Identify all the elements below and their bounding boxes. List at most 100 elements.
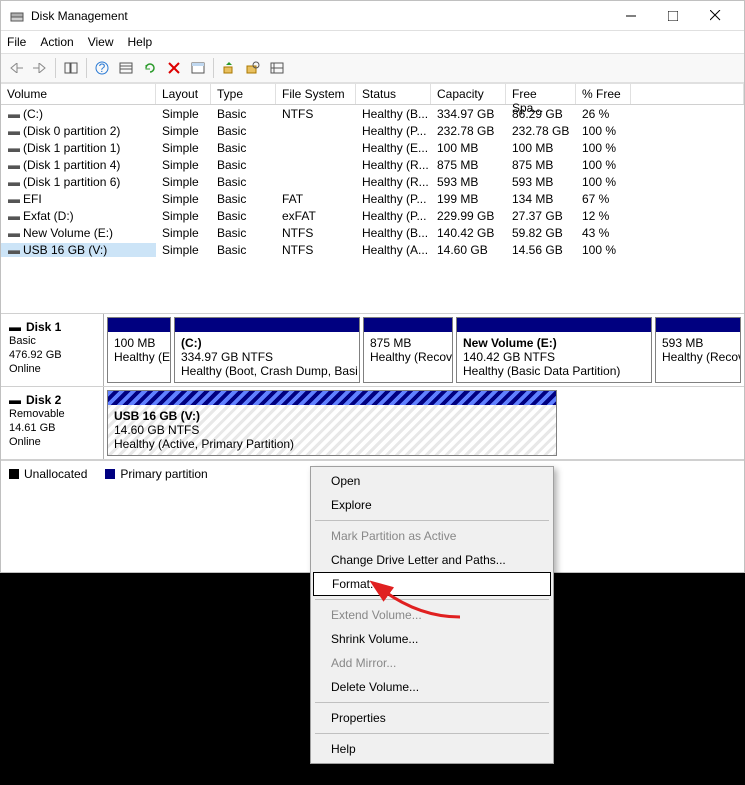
volume-table-header: Volume Layout Type File System Status Ca… — [1, 83, 744, 105]
volume-name: New Volume (E:) — [23, 226, 113, 240]
table-row[interactable]: ▬(Disk 1 partition 1)SimpleBasicHealthy … — [1, 139, 744, 156]
disk-graphical-view: ▬Disk 1Basic476.92 GBOnline100 MBHealthy… — [1, 313, 744, 460]
volume-name: (Disk 0 partition 2) — [23, 124, 120, 138]
separator — [55, 58, 56, 78]
volume-name: (C:) — [23, 107, 43, 121]
menu-item-explore[interactable]: Explore — [313, 493, 551, 517]
table-row[interactable]: ▬Exfat (D:)SimpleBasicexFATHealthy (P...… — [1, 207, 744, 224]
volume-name: (Disk 1 partition 6) — [23, 175, 120, 189]
volume-table-body: ▬(C:)SimpleBasicNTFSHealthy (B...334.97 … — [1, 105, 744, 258]
find-button[interactable] — [242, 57, 264, 79]
partition[interactable]: 593 MBHealthy (Recov — [655, 317, 741, 383]
partition-header — [364, 318, 452, 332]
menu-item-extend-volume: Extend Volume... — [313, 603, 551, 627]
partition[interactable]: USB 16 GB (V:)14.60 GB NTFSHealthy (Acti… — [107, 390, 557, 456]
table-row[interactable]: ▬(Disk 1 partition 4)SimpleBasicHealthy … — [1, 156, 744, 173]
menu-separator — [315, 733, 549, 734]
menu-item-change-drive-letter-and-paths[interactable]: Change Drive Letter and Paths... — [313, 548, 551, 572]
col-pctfree[interactable]: % Free — [576, 83, 631, 104]
action-button[interactable] — [218, 57, 240, 79]
partition[interactable]: (C:)334.97 GB NTFSHealthy (Boot, Crash D… — [174, 317, 360, 383]
menu-item-properties[interactable]: Properties — [313, 706, 551, 730]
partition[interactable]: New Volume (E:)140.42 GB NTFSHealthy (Ba… — [456, 317, 652, 383]
delete-button[interactable] — [163, 57, 185, 79]
table-row[interactable]: ▬(C:)SimpleBasicNTFSHealthy (B...334.97 … — [1, 105, 744, 122]
minimize-button[interactable] — [610, 2, 652, 30]
menu-item-add-mirror: Add Mirror... — [313, 651, 551, 675]
partition-header — [656, 318, 740, 332]
partition-title: USB 16 GB (V:) — [114, 409, 550, 423]
back-button[interactable] — [5, 57, 27, 79]
list-view-button[interactable] — [266, 57, 288, 79]
drive-icon: ▬ — [7, 107, 21, 121]
menu-view[interactable]: View — [88, 35, 114, 49]
table-row[interactable]: ▬(Disk 0 partition 2)SimpleBasicHealthy … — [1, 122, 744, 139]
volume-name: EFI — [23, 192, 42, 206]
menu-item-delete-volume[interactable]: Delete Volume... — [313, 675, 551, 699]
disk-icon: ▬ — [9, 393, 23, 407]
drive-icon: ▬ — [7, 124, 21, 138]
svg-text:?: ? — [99, 61, 106, 75]
close-button[interactable] — [694, 2, 736, 30]
partition-size: 875 MB — [370, 336, 446, 350]
col-filesystem[interactable]: File System — [276, 83, 356, 104]
forward-button[interactable] — [29, 57, 51, 79]
partition-title: New Volume (E:) — [463, 336, 645, 350]
partition-status: Healthy (Active, Primary Partition) — [114, 437, 550, 451]
drive-icon: ▬ — [7, 243, 21, 257]
menu-separator — [315, 599, 549, 600]
menu-action[interactable]: Action — [40, 35, 73, 49]
maximize-button[interactable] — [652, 2, 694, 30]
menu-help[interactable]: Help — [128, 35, 153, 49]
properties-button[interactable] — [187, 57, 209, 79]
refresh-button[interactable] — [139, 57, 161, 79]
col-type[interactable]: Type — [211, 83, 276, 104]
partition[interactable]: 100 MBHealthy (E — [107, 317, 171, 383]
menu-separator — [315, 702, 549, 703]
disk-icon: ▬ — [9, 320, 23, 334]
disk-row: ▬Disk 2Removable14.61 GBOnlineUSB 16 GB … — [1, 387, 744, 460]
show-hide-button[interactable] — [60, 57, 82, 79]
partition[interactable]: 875 MBHealthy (Recove — [363, 317, 453, 383]
partition-status: Healthy (Recov — [662, 350, 734, 364]
titlebar[interactable]: Disk Management — [1, 1, 744, 31]
menu-item-open[interactable]: Open — [313, 469, 551, 493]
toolbar: ? — [1, 53, 744, 83]
volume-name: (Disk 1 partition 4) — [23, 158, 120, 172]
menubar: File Action View Help — [1, 31, 744, 53]
col-capacity[interactable]: Capacity — [431, 83, 506, 104]
disk-info[interactable]: ▬Disk 1Basic476.92 GBOnline — [1, 314, 104, 386]
table-row[interactable]: ▬EFISimpleBasicFATHealthy (P...199 MB134… — [1, 190, 744, 207]
help-button[interactable]: ? — [91, 57, 113, 79]
col-freespace[interactable]: Free Spa... — [506, 83, 576, 104]
legend-unalloc: Unallocated — [9, 467, 87, 481]
partition-header — [108, 391, 556, 405]
partitions: 100 MBHealthy (E(C:)334.97 GB NTFSHealth… — [104, 314, 744, 386]
settings-button[interactable] — [115, 57, 137, 79]
drive-icon: ▬ — [7, 226, 21, 240]
table-row[interactable]: ▬USB 16 GB (V:)SimpleBasicNTFSHealthy (A… — [1, 241, 744, 258]
partition-size: 14.60 GB NTFS — [114, 423, 550, 437]
drive-icon: ▬ — [7, 209, 21, 223]
menu-item-format[interactable]: Format... — [313, 572, 551, 596]
menu-item-mark-partition-as-active: Mark Partition as Active — [313, 524, 551, 548]
partition-title: (C:) — [181, 336, 353, 350]
menu-item-shrink-volume[interactable]: Shrink Volume... — [313, 627, 551, 651]
partition-status: Healthy (Boot, Crash Dump, Basi — [181, 364, 353, 378]
col-volume[interactable]: Volume — [1, 83, 156, 104]
disk-row: ▬Disk 1Basic476.92 GBOnline100 MBHealthy… — [1, 314, 744, 387]
partition-status: Healthy (Recove — [370, 350, 446, 364]
partition-status: Healthy (Basic Data Partition) — [463, 364, 645, 378]
disk-info[interactable]: ▬Disk 2Removable14.61 GBOnline — [1, 387, 104, 459]
app-icon — [9, 8, 25, 24]
table-row[interactable]: ▬(Disk 1 partition 6)SimpleBasicHealthy … — [1, 173, 744, 190]
menu-separator — [315, 520, 549, 521]
volume-name: Exfat (D:) — [23, 209, 74, 223]
menu-file[interactable]: File — [7, 35, 26, 49]
drive-icon: ▬ — [7, 141, 21, 155]
table-row[interactable]: ▬New Volume (E:)SimpleBasicNTFSHealthy (… — [1, 224, 744, 241]
menu-item-help[interactable]: Help — [313, 737, 551, 761]
col-status[interactable]: Status — [356, 83, 431, 104]
partition-header — [457, 318, 651, 332]
col-layout[interactable]: Layout — [156, 83, 211, 104]
